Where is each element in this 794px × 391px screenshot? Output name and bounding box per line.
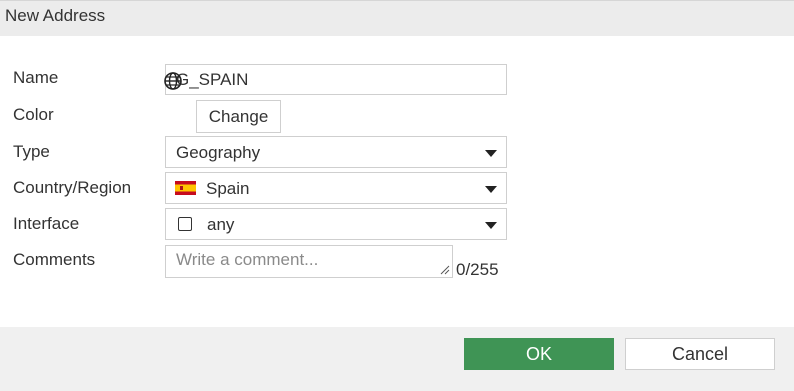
dialog-header: New Address (0, 0, 794, 36)
country-region-value: Spain (206, 179, 250, 198)
dialog-title: New Address (5, 6, 106, 25)
interface-checkbox-icon (178, 217, 192, 231)
color-label: Color (13, 105, 54, 124)
name-label: Name (13, 68, 59, 87)
address-form: Name Color Change Type Geography Country… (0, 36, 794, 327)
globe-icon (164, 72, 182, 90)
type-select[interactable]: Geography (165, 136, 507, 168)
type-select-value: Geography (176, 143, 261, 162)
cancel-button[interactable]: Cancel (625, 338, 775, 370)
country-region-label: Country/Region (13, 178, 132, 197)
interface-select[interactable]: any (165, 208, 507, 240)
resize-handle-icon[interactable] (440, 265, 450, 275)
chevron-down-icon (485, 222, 497, 229)
chevron-down-icon (485, 186, 497, 193)
interface-value: any (207, 215, 235, 234)
spain-flag-icon (175, 181, 196, 195)
name-input[interactable] (165, 64, 507, 95)
type-label: Type (13, 142, 50, 161)
comments-placeholder: Write a comment... (176, 250, 319, 269)
comments-char-count: 0/255 (456, 260, 499, 279)
country-region-select[interactable]: Spain (165, 172, 507, 204)
comments-label: Comments (13, 250, 96, 269)
dialog-footer: OK Cancel (0, 327, 794, 391)
chevron-down-icon (485, 150, 497, 157)
change-color-button[interactable]: Change (196, 100, 281, 133)
ok-button[interactable]: OK (464, 338, 614, 370)
comments-textarea[interactable]: Write a comment... (165, 245, 453, 278)
interface-label: Interface (13, 214, 80, 233)
